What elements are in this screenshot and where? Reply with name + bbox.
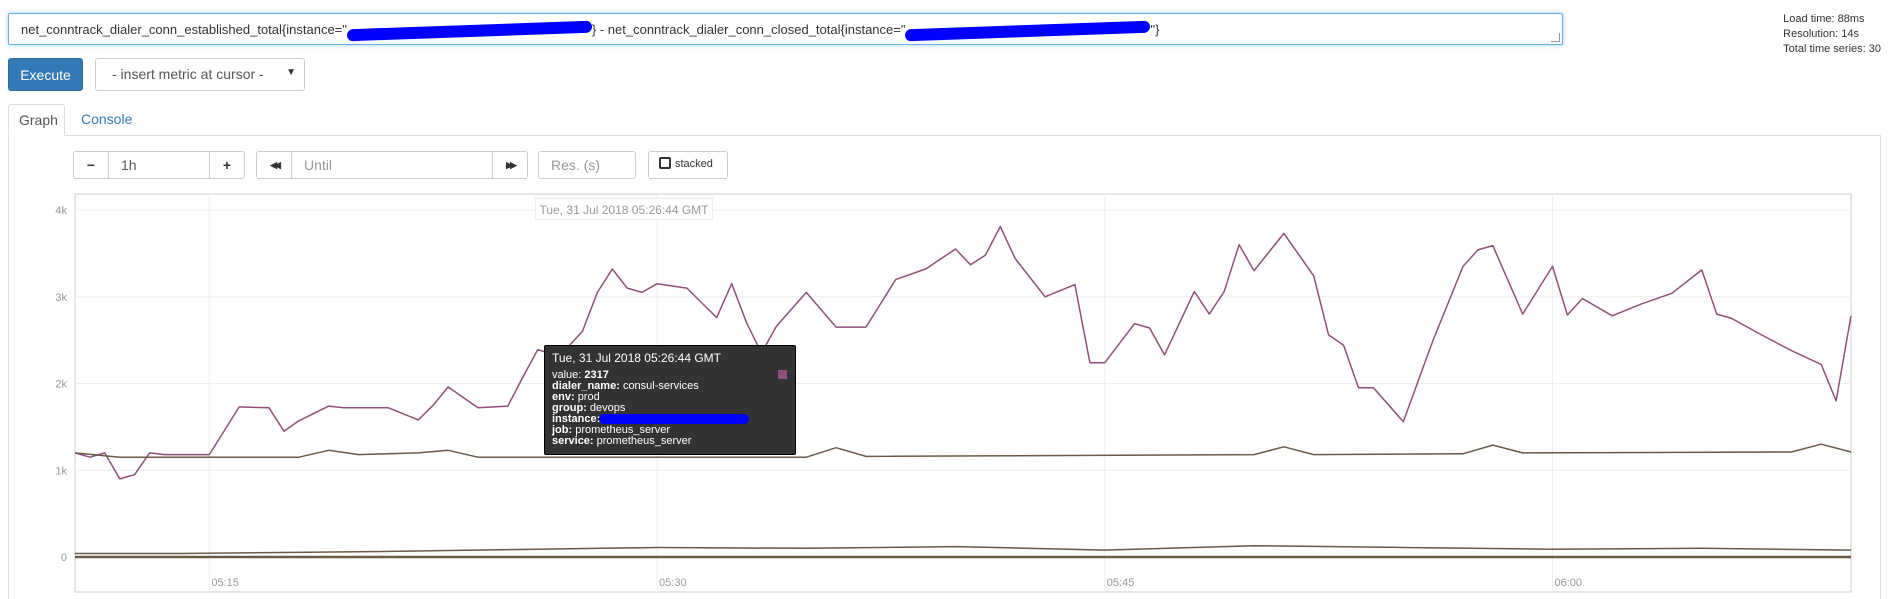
series-line (74, 225, 1852, 480)
data-tooltip: Tue, 31 Jul 2018 05:26:44 GMT value: 231… (544, 345, 796, 455)
series-line (75, 544, 1852, 555)
redacted-instance-3 (599, 414, 750, 425)
x-tick-label: 06:00 (1555, 577, 1583, 589)
x-tick-label: 05:15 (211, 577, 239, 589)
tooltip-service-row: service: prometheus_server (552, 435, 692, 447)
hover-time-label: Tue, 31 Jul 2018 05:26:44 GMT (535, 198, 713, 220)
y-tick-label: 4k (55, 205, 67, 217)
x-tick-label: 05:45 (1107, 577, 1135, 589)
tab-graph[interactable]: Graph (8, 104, 65, 136)
graph-chart[interactable]: 0 1k 2k 3k 4k 05:15 05:30 05:45 06:00 (0, 0, 1889, 599)
series-color-swatch (778, 370, 787, 379)
plot-frame (74, 193, 1852, 593)
y-tick-label: 2k (55, 379, 67, 391)
series-line (74, 443, 1852, 458)
y-tick-label: 0 (61, 552, 67, 564)
y-tick-label: 1k (55, 465, 67, 477)
x-tick-label: 05:30 (659, 577, 687, 589)
y-tick-label: 3k (55, 292, 67, 304)
tooltip-date: Tue, 31 Jul 2018 05:26:44 GMT (552, 351, 721, 365)
